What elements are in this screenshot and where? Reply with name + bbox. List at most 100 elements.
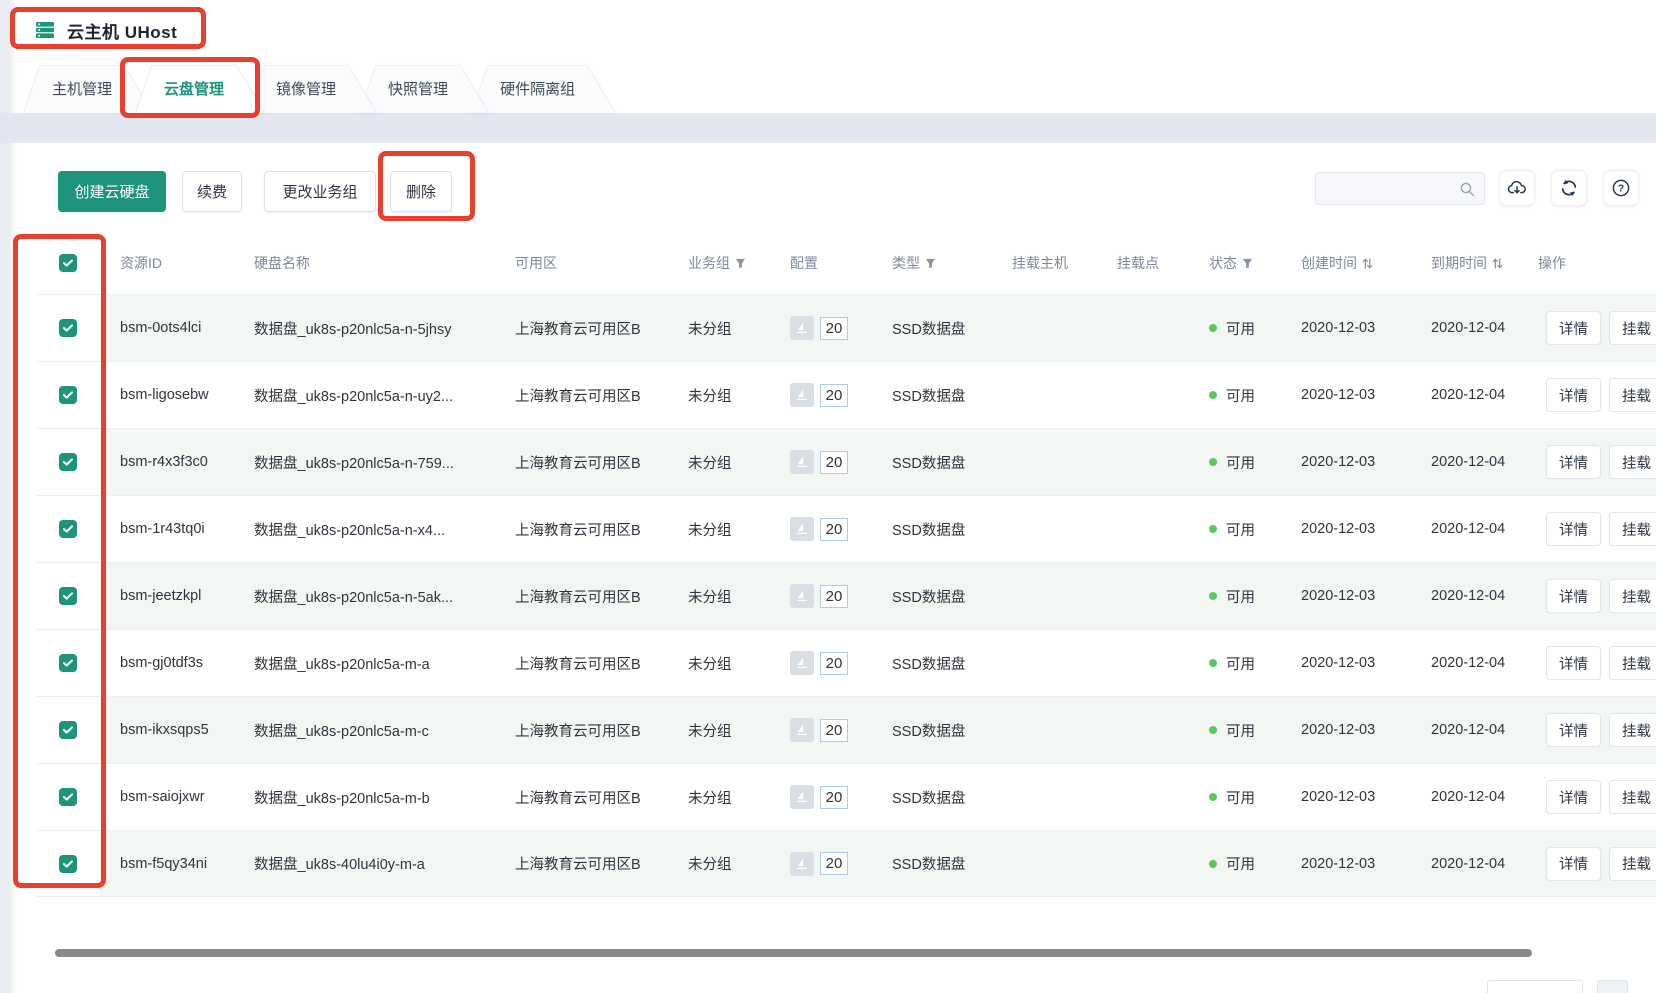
actions-cell: 详情 挂载 bbox=[1538, 713, 1656, 747]
detail-button[interactable]: 详情 bbox=[1546, 780, 1601, 814]
created-time-cell: 2020-12-03 bbox=[1301, 856, 1431, 872]
row-checkbox[interactable] bbox=[59, 654, 77, 672]
pagination-button[interactable] bbox=[1597, 980, 1628, 993]
detail-button[interactable]: 详情 bbox=[1546, 646, 1601, 680]
mount-button[interactable]: 挂载 bbox=[1609, 713, 1656, 747]
disk-name-cell: 数据盘_uk8s-p20nlc5a-m-a bbox=[254, 653, 515, 674]
search-box bbox=[1315, 172, 1485, 205]
export-button[interactable] bbox=[1499, 170, 1535, 206]
status-text: 可用 bbox=[1226, 787, 1255, 808]
row-checkbox[interactable] bbox=[59, 386, 77, 404]
tab-snapshot-management[interactable]: 快照管理 bbox=[360, 66, 488, 113]
mount-button[interactable]: 挂载 bbox=[1609, 579, 1656, 613]
row-checkbox[interactable] bbox=[59, 520, 77, 538]
disk-type-cell: SSD数据盘 bbox=[892, 653, 1012, 674]
disk-thumbnail-icon bbox=[790, 718, 814, 742]
search-input[interactable] bbox=[1324, 173, 1454, 204]
help-button[interactable]: ? bbox=[1603, 170, 1639, 206]
config-cell: 20 bbox=[790, 316, 892, 340]
mount-button[interactable]: 挂载 bbox=[1609, 646, 1656, 680]
row-checkbox[interactable] bbox=[59, 855, 77, 873]
row-checkbox[interactable] bbox=[59, 319, 77, 337]
detail-button[interactable]: 详情 bbox=[1546, 713, 1601, 747]
column-header-config: 配置 bbox=[790, 253, 892, 273]
status-cell: 可用 bbox=[1209, 787, 1301, 808]
detail-button[interactable]: 详情 bbox=[1546, 378, 1601, 412]
change-business-group-button[interactable]: 更改业务组 bbox=[264, 171, 376, 212]
disk-size-value: 20 bbox=[820, 652, 848, 675]
expire-time-cell: 2020-12-04 bbox=[1431, 387, 1538, 403]
status-text: 可用 bbox=[1226, 385, 1255, 406]
status-text: 可用 bbox=[1226, 519, 1255, 540]
detail-button[interactable]: 详情 bbox=[1546, 579, 1601, 613]
tab-bar: 主机管理 云盘管理 镜像管理 快照管理 硬件隔离组 bbox=[24, 66, 599, 113]
status-cell: 可用 bbox=[1209, 720, 1301, 741]
status-text: 可用 bbox=[1226, 720, 1255, 741]
disk-size-value: 20 bbox=[820, 719, 848, 742]
horizontal-scrollbar[interactable] bbox=[55, 949, 1532, 957]
disk-name-cell: 数据盘_uk8s-p20nlc5a-n-x4... bbox=[254, 519, 515, 540]
server-stack-icon bbox=[35, 20, 55, 40]
resource-id-cell: bsm-1r43tq0i bbox=[120, 521, 254, 537]
actions-cell: 详情 挂载 bbox=[1538, 311, 1656, 345]
page-title: 云主机 UHost bbox=[35, 17, 177, 43]
renew-button[interactable]: 续费 bbox=[182, 171, 242, 212]
business-group-cell: 未分组 bbox=[688, 720, 790, 741]
filter-icon[interactable] bbox=[1242, 258, 1253, 269]
tab-host-management[interactable]: 主机管理 bbox=[24, 66, 152, 113]
filter-icon[interactable] bbox=[925, 258, 936, 269]
pagination-input[interactable] bbox=[1487, 980, 1583, 993]
sort-icon[interactable] bbox=[1492, 257, 1503, 270]
created-time-cell: 2020-12-03 bbox=[1301, 387, 1431, 403]
detail-button[interactable]: 详情 bbox=[1546, 311, 1601, 345]
select-all-checkbox[interactable] bbox=[59, 254, 77, 272]
tab-disk-management[interactable]: 云盘管理 bbox=[136, 66, 264, 113]
detail-button[interactable]: 详情 bbox=[1546, 445, 1601, 479]
create-disk-button[interactable]: 创建云硬盘 bbox=[58, 171, 166, 212]
mount-button[interactable]: 挂载 bbox=[1609, 847, 1656, 881]
expire-time-cell: 2020-12-04 bbox=[1431, 655, 1538, 671]
delete-button[interactable]: 删除 bbox=[390, 171, 452, 212]
status-text: 可用 bbox=[1226, 853, 1255, 874]
row-checkbox[interactable] bbox=[59, 788, 77, 806]
status-dot bbox=[1209, 726, 1217, 734]
status-dot bbox=[1209, 659, 1217, 667]
mount-button[interactable]: 挂载 bbox=[1609, 445, 1656, 479]
resource-id-cell: bsm-jeetzkpl bbox=[120, 588, 254, 604]
mount-button[interactable]: 挂载 bbox=[1609, 378, 1656, 412]
sort-icon[interactable] bbox=[1362, 257, 1373, 270]
row-checkbox[interactable] bbox=[59, 721, 77, 739]
actions-cell: 详情 挂载 bbox=[1538, 646, 1656, 680]
config-cell: 20 bbox=[790, 383, 892, 407]
created-time-cell: 2020-12-03 bbox=[1301, 521, 1431, 537]
page-background-strip bbox=[0, 0, 8, 993]
config-cell: 20 bbox=[790, 785, 892, 809]
column-header-actions: 操作 bbox=[1538, 253, 1656, 273]
disk-size-value: 20 bbox=[820, 786, 848, 809]
mount-button[interactable]: 挂载 bbox=[1609, 780, 1656, 814]
disk-name-cell: 数据盘_uk8s-p20nlc5a-n-759... bbox=[254, 452, 515, 473]
status-text: 可用 bbox=[1226, 452, 1255, 473]
table-row: bsm-jeetzkpl 数据盘_uk8s-p20nlc5a-n-5ak... … bbox=[36, 562, 1656, 629]
expire-time-cell: 2020-12-04 bbox=[1431, 454, 1538, 470]
status-cell: 可用 bbox=[1209, 586, 1301, 607]
mount-button[interactable]: 挂载 bbox=[1609, 311, 1656, 345]
row-checkbox[interactable] bbox=[59, 453, 77, 471]
table-row: bsm-1r43tq0i 数据盘_uk8s-p20nlc5a-n-x4... 上… bbox=[36, 495, 1656, 562]
disk-size-value: 20 bbox=[820, 518, 848, 541]
tab-hardware-isolation-group[interactable]: 硬件隔离组 bbox=[472, 66, 615, 113]
refresh-button[interactable] bbox=[1551, 170, 1587, 206]
disk-type-cell: SSD数据盘 bbox=[892, 519, 1012, 540]
zone-cell: 上海教育云可用区B bbox=[515, 452, 688, 473]
tab-image-management[interactable]: 镜像管理 bbox=[248, 66, 376, 113]
detail-button[interactable]: 详情 bbox=[1546, 512, 1601, 546]
disk-size-value: 20 bbox=[820, 852, 848, 875]
table-row: bsm-f5qy34ni 数据盘_uk8s-40lu4i0y-m-a 上海教育云… bbox=[36, 830, 1656, 897]
resource-id-cell: bsm-0ots4lci bbox=[120, 320, 254, 336]
mount-button[interactable]: 挂载 bbox=[1609, 512, 1656, 546]
detail-button[interactable]: 详情 bbox=[1546, 847, 1601, 881]
table-row: bsm-saiojxwr 数据盘_uk8s-p20nlc5a-m-b 上海教育云… bbox=[36, 763, 1656, 830]
filter-icon[interactable] bbox=[735, 258, 746, 269]
row-checkbox[interactable] bbox=[59, 587, 77, 605]
status-cell: 可用 bbox=[1209, 452, 1301, 473]
